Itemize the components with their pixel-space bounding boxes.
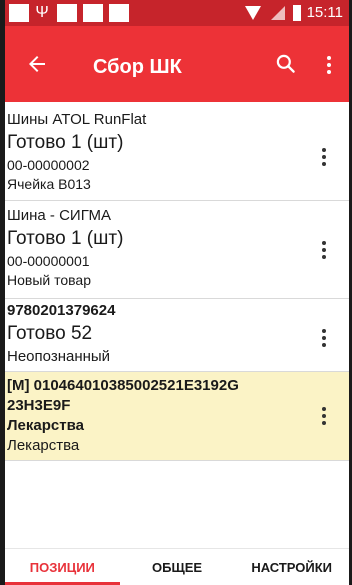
item-status: Готово 1 (шт) — [7, 132, 124, 153]
item-name: 9780201379624 — [7, 302, 116, 319]
item-name: [M] 010464010385002521E3192G — [7, 377, 239, 394]
app-toolbar: Сбор ШК — [5, 26, 349, 102]
list-item[interactable]: 9780201379624 Готово 52 Неопознанный — [5, 299, 349, 372]
item-more-icon[interactable] — [321, 327, 327, 349]
item-name-continued: 23H3E9F — [7, 397, 71, 414]
usb-icon: Ψ — [35, 4, 49, 21]
tab-general[interactable]: ОБЩЕЕ — [120, 549, 235, 585]
wifi-icon — [244, 6, 261, 20]
item-note: Лекарства — [7, 437, 80, 454]
notification-icon — [83, 4, 103, 22]
item-name: Шины ATOL RunFlat — [7, 111, 147, 128]
notification-icon — [57, 4, 77, 22]
item-more-icon[interactable] — [321, 405, 327, 427]
item-status: Готово 52 — [7, 323, 93, 344]
item-note: Неопознанный — [7, 348, 111, 365]
status-bar: Ψ 15:11 — [5, 0, 349, 26]
signal-icon — [270, 6, 285, 20]
item-status: Готово 1 (шт) — [7, 228, 124, 249]
battery-icon — [292, 5, 301, 21]
list-item[interactable]: Шины ATOL RunFlat Готово 1 (шт) 00-00000… — [5, 102, 349, 201]
page-title: Сбор ШК — [93, 56, 182, 78]
list-item-selected[interactable]: [M] 010464010385002521E3192G 23H3E9F Лек… — [5, 372, 349, 461]
list-item[interactable]: Шина - СИГМА Готово 1 (шт) 00-00000001 Н… — [5, 201, 349, 299]
item-more-icon[interactable] — [321, 239, 327, 261]
item-list: Шины ATOL RunFlat Готово 1 (шт) 00-00000… — [5, 102, 349, 461]
item-more-icon[interactable] — [321, 146, 327, 168]
item-code: 00-00000001 — [7, 253, 90, 269]
item-name: Шина - СИГМА — [7, 207, 111, 224]
item-code: 00-00000002 — [7, 157, 90, 173]
more-vert-icon[interactable] — [321, 52, 337, 78]
tab-positions[interactable]: ПОЗИЦИИ — [5, 549, 120, 585]
tab-settings[interactable]: НАСТРОЙКИ — [234, 549, 349, 585]
notification-icon — [9, 4, 29, 22]
item-note: Ячейка B013 — [7, 176, 91, 192]
status-time: 15:11 — [306, 4, 343, 21]
search-icon[interactable] — [273, 51, 299, 77]
back-arrow-icon[interactable] — [25, 52, 49, 76]
item-note: Новый товар — [7, 272, 91, 288]
notification-icon — [109, 4, 129, 22]
bottom-tabs: ПОЗИЦИИ ОБЩЕЕ НАСТРОЙКИ — [5, 548, 349, 585]
item-category: Лекарства — [7, 417, 84, 434]
